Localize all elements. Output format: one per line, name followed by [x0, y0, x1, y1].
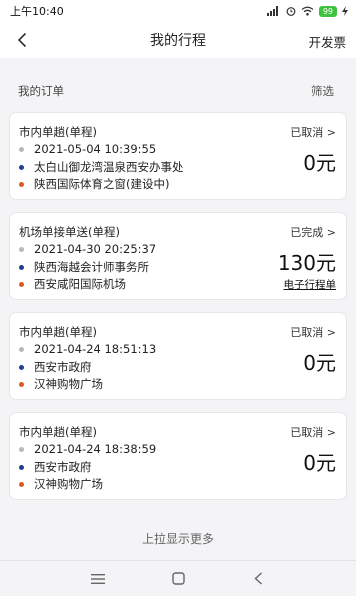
nav-bar: 我的行程 开发票	[0, 22, 356, 58]
order-time-row: 2021-05-04 10:39:55	[19, 142, 156, 156]
time-dot-icon	[19, 146, 24, 152]
order-status[interactable]: 已完成 >	[290, 224, 336, 240]
order-end-row: 西安咸阳国际机场	[19, 276, 126, 292]
order-status[interactable]: 已取消 >	[290, 124, 336, 140]
order-card[interactable]: 市内单趟(单程) 已取消 > 2021-04-24 18:38:59 西安市政府…	[9, 412, 347, 500]
order-start: 太白山御龙湾温泉西安办事处	[34, 160, 184, 174]
time-dot-icon	[19, 446, 24, 452]
order-type: 市内单趟(单程)	[19, 125, 97, 139]
order-card[interactable]: 市内单趟(单程) 已取消 > 2021-05-04 10:39:55 太白山御龙…	[9, 112, 347, 200]
order-end-row: 汉神购物广场	[19, 376, 103, 392]
start-dot-icon	[19, 164, 24, 170]
system-nav-bar	[0, 560, 356, 596]
order-time: 2021-04-24 18:51:13	[34, 342, 157, 356]
status-icons: 99	[266, 5, 348, 17]
alarm-icon	[286, 7, 296, 16]
status-bar: 上午10:40 99	[0, 0, 356, 22]
wifi-icon	[301, 6, 314, 16]
time-dot-icon	[19, 246, 24, 252]
order-end-row: 汉神购物广场	[19, 476, 103, 492]
page-title: 我的行程	[150, 33, 206, 49]
orders-section-title: 我的订单	[18, 84, 64, 98]
order-type: 市内单趟(单程)	[19, 325, 97, 339]
order-end: 汉神购物广场	[34, 477, 103, 491]
order-price: 0元	[303, 451, 336, 475]
orders-section-header: 我的订单 筛选	[0, 80, 356, 102]
order-time: 2021-04-24 18:38:59	[34, 442, 157, 456]
filter-button[interactable]: 筛选	[311, 83, 334, 99]
battery-level: 99	[322, 6, 333, 16]
charging-icon	[342, 6, 348, 16]
order-time: 2021-05-04 10:39:55	[34, 142, 157, 156]
order-card[interactable]: 市内单趟(单程) 已取消 > 2021-04-24 18:51:13 西安市政府…	[9, 312, 347, 400]
menu-icon	[91, 573, 105, 584]
order-start-row: 西安市政府	[19, 459, 92, 475]
order-end: 西安咸阳国际机场	[34, 277, 126, 291]
order-time-row: 2021-04-30 20:25:37	[19, 242, 156, 256]
back-triangle-icon	[253, 572, 262, 585]
order-start-row: 西安市政府	[19, 359, 92, 375]
order-price: 0元	[303, 151, 336, 175]
system-back-button[interactable]	[249, 570, 267, 588]
order-start-row: 太白山御龙湾温泉西安办事处	[19, 159, 184, 175]
order-end-row: 陕西国际体育之窗(建设中)	[19, 176, 169, 192]
battery-icon: 99	[318, 5, 337, 17]
order-card[interactable]: 机场单接单送(单程) 已完成 > 2021-04-30 20:25:37 陕西海…	[9, 212, 347, 300]
order-type: 市内单趟(单程)	[19, 425, 97, 439]
order-time-row: 2021-04-24 18:51:13	[19, 342, 156, 356]
home-square-icon	[171, 572, 185, 585]
order-start: 陕西海越会计师事务所	[34, 260, 149, 274]
end-dot-icon	[19, 481, 24, 487]
order-time: 2021-04-30 20:25:37	[34, 242, 157, 256]
order-start: 西安市政府	[34, 360, 92, 374]
recent-apps-button[interactable]	[89, 570, 107, 588]
order-time-row: 2021-04-24 18:38:59	[19, 442, 156, 456]
end-dot-icon	[19, 181, 24, 187]
signal-icon	[266, 6, 278, 16]
load-more-hint: 上拉显示更多	[141, 532, 214, 546]
order-end: 汉神购物广场	[34, 377, 103, 391]
order-start-row: 陕西海越会计师事务所	[19, 259, 149, 275]
back-arrow-icon	[17, 32, 27, 48]
time-dot-icon	[19, 346, 24, 352]
order-price: 0元	[303, 351, 336, 375]
order-end: 陕西国际体育之窗(建设中)	[34, 177, 170, 191]
start-dot-icon	[19, 464, 24, 470]
status-time: 上午10:40	[10, 5, 64, 18]
end-dot-icon	[19, 281, 24, 287]
e-itinerary-link[interactable]: 电子行程单	[284, 277, 337, 292]
end-dot-icon	[19, 381, 24, 387]
order-type: 机场单接单送(单程)	[19, 225, 120, 239]
start-dot-icon	[19, 264, 24, 270]
order-status[interactable]: 已取消 >	[290, 424, 336, 440]
order-start: 西安市政府	[34, 460, 92, 474]
home-button[interactable]	[169, 570, 187, 588]
back-button[interactable]	[12, 30, 32, 50]
invoice-button[interactable]: 开发票	[308, 32, 346, 51]
order-status[interactable]: 已取消 >	[290, 324, 336, 340]
order-price: 130元	[277, 251, 336, 275]
start-dot-icon	[19, 364, 24, 370]
